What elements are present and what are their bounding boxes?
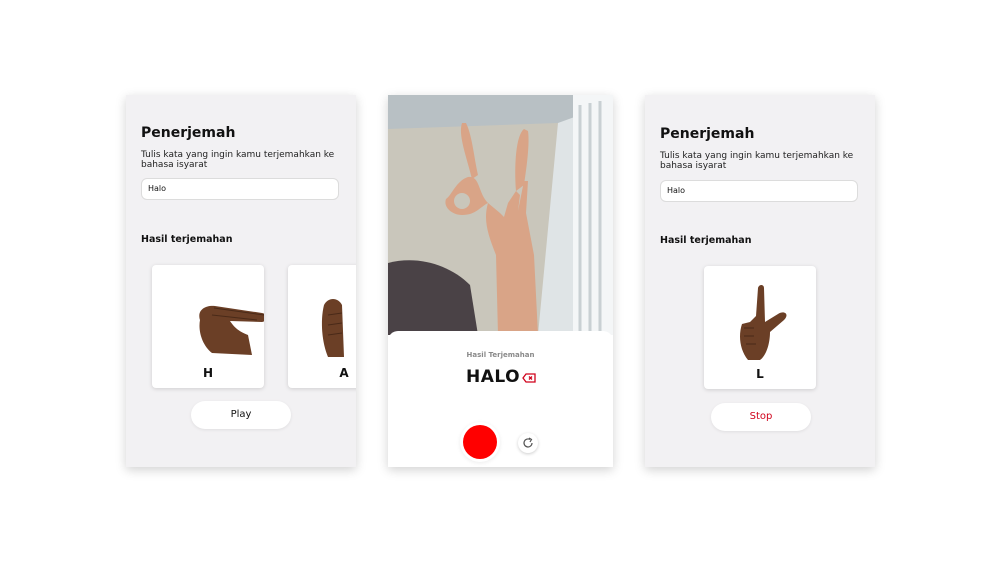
translator-screen-typing: Penerjemah Tulis kata yang ingin kamu te…	[126, 95, 356, 467]
screen-description: Tulis kata yang ingin kamu terjemahkan k…	[660, 151, 854, 171]
screen-description: Tulis kata yang ingin kamu terjemahkan k…	[141, 150, 335, 170]
result-heading: Hasil terjemahan	[660, 235, 752, 246]
hand-sign-l-icon	[740, 285, 787, 360]
hand-sign-h-icon	[199, 305, 264, 355]
backspace-icon[interactable]	[522, 373, 536, 383]
record-button[interactable]	[463, 425, 497, 459]
hand-sign-a-icon	[321, 299, 344, 357]
card-letter: A	[339, 366, 349, 380]
translator-screen-playing: Penerjemah Tulis kata yang ingin kamu te…	[645, 95, 875, 467]
result-label: Hasil Terjemahan	[466, 351, 535, 359]
refresh-button[interactable]	[518, 433, 538, 453]
word-input[interactable]: Halo	[141, 178, 339, 200]
result-panel: Hasil Terjemahan HALO	[388, 331, 613, 467]
sign-card-a: A	[288, 265, 356, 388]
screen-title: Penerjemah	[141, 125, 236, 141]
camera-preview	[388, 95, 613, 335]
sign-card-h: H	[152, 265, 264, 388]
play-button[interactable]: Play	[191, 401, 291, 429]
refresh-icon	[523, 437, 533, 448]
word-input[interactable]: Halo	[660, 180, 858, 202]
sign-card-l: L	[704, 266, 816, 389]
translator-screen-camera: Hasil Terjemahan HALO	[388, 95, 613, 467]
stop-button[interactable]: Stop	[711, 403, 811, 431]
screen-title: Penerjemah	[660, 126, 755, 142]
result-heading: Hasil terjemahan	[141, 234, 233, 245]
card-letter: L	[756, 367, 764, 381]
card-letter: H	[202, 366, 214, 380]
result-word: HALO	[466, 367, 521, 387]
